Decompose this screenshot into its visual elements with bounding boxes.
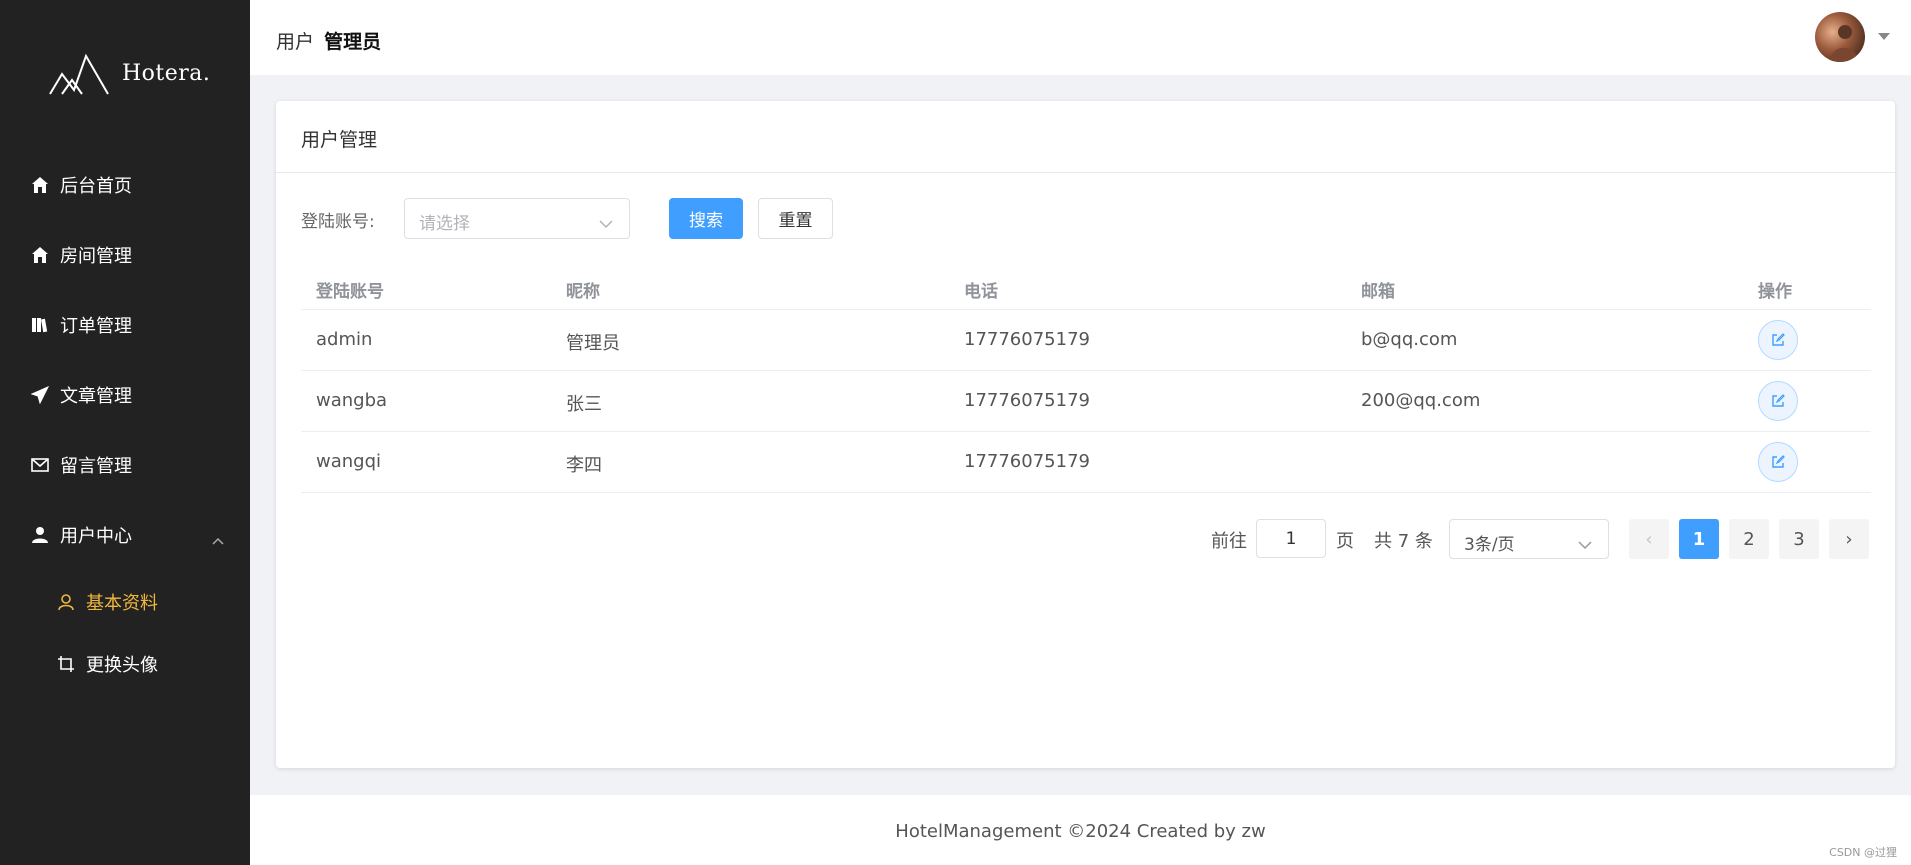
edit-button[interactable] — [1758, 442, 1798, 482]
breadcrumb-prefix: 用户 — [276, 31, 315, 53]
column-header-actions: 操作 — [1758, 282, 1792, 302]
pagination-total: 共 7 条 — [1374, 531, 1433, 552]
column-header-phone: 电话 — [964, 282, 998, 302]
sidebar-item-label: 订单管理 — [60, 316, 132, 337]
cell-nickname: 管理员 — [566, 333, 620, 354]
cell-nickname: 张三 — [566, 394, 602, 415]
pagination-page-1[interactable]: 1 — [1679, 519, 1719, 559]
reset-button[interactable]: 重置 — [758, 198, 833, 239]
cell-nickname: 李四 — [566, 455, 602, 476]
user-icon — [30, 525, 50, 545]
chevron-up-icon — [212, 529, 224, 550]
chevron-down-icon — [599, 214, 613, 233]
cell-phone: 17776075179 — [964, 329, 1090, 350]
logo[interactable]: Hotera. — [48, 50, 210, 96]
sidebar-subitem-label: 基本资料 — [86, 593, 158, 614]
sidebar-subitem-avatar[interactable]: 更换头像 — [0, 639, 250, 689]
breadcrumb: 用户 管理员 — [276, 27, 381, 54]
table-header-row: 登陆账号 昵称 电话 邮箱 操作 — [301, 266, 1871, 310]
home-icon — [30, 175, 50, 195]
cell-account: wangba — [316, 390, 388, 411]
sidebar-item-label: 房间管理 — [60, 246, 132, 267]
sidebar-item-label: 用户中心 — [60, 526, 132, 547]
user-management-card: 用户管理 登陆账号: 请选择 搜索 重置 登陆账号 昵称 电话 邮箱 操作 ad… — [276, 101, 1895, 768]
sidebar-item-label: 文章管理 — [60, 386, 132, 407]
top-header: 用户 管理员 — [250, 0, 1911, 75]
sidebar-item-dashboard[interactable]: 后台首页 — [0, 157, 250, 213]
cell-email: 200@qq.com — [1361, 390, 1481, 411]
cell-phone: 17776075179 — [964, 451, 1090, 472]
pagination-goto-input[interactable] — [1256, 519, 1326, 558]
table-row: wangba 张三 17776075179 200@qq.com — [301, 371, 1871, 432]
table-row: wangqi 李四 17776075179 — [301, 432, 1871, 493]
sidebar-subitem-label: 更换头像 — [86, 655, 158, 676]
account-select-placeholder: 请选择 — [419, 214, 470, 234]
avatar[interactable] — [1815, 12, 1865, 62]
column-header-email: 邮箱 — [1361, 282, 1395, 302]
sidebar-item-label: 留言管理 — [60, 456, 132, 477]
breadcrumb-user: 管理员 — [324, 31, 382, 53]
column-header-nickname: 昵称 — [566, 282, 600, 302]
pagination-goto-label: 前往 — [1211, 531, 1247, 552]
edit-icon — [1772, 333, 1785, 346]
footer-text: HotelManagement ©2024 Created by zw — [895, 821, 1266, 842]
book-icon — [30, 315, 50, 335]
sidebar-item-messages[interactable]: 留言管理 — [0, 437, 250, 493]
watermark: CSDN @过狸 — [1829, 846, 1897, 859]
send-icon — [30, 385, 50, 405]
cell-account: wangqi — [316, 451, 382, 472]
edit-icon — [1772, 455, 1785, 468]
sidebar-item-orders[interactable]: 订单管理 — [0, 297, 250, 353]
brand-name: Hotera. — [122, 60, 211, 86]
edit-icon — [1772, 394, 1785, 407]
card-title: 用户管理 — [301, 129, 378, 151]
page-size-select[interactable]: 3条/页 — [1449, 519, 1609, 559]
sidebar: Hotera. 后台首页 房间管理 订单管理 文章管理 留言管理 用户中心 基本… — [0, 0, 250, 865]
sidebar-subitem-profile[interactable]: 基本资料 — [0, 577, 250, 627]
pagination-next-button[interactable]: › — [1829, 519, 1869, 559]
sidebar-item-label: 后台首页 — [60, 176, 132, 197]
edit-button[interactable] — [1758, 320, 1798, 360]
mail-icon — [30, 455, 50, 475]
user-outline-icon — [56, 592, 76, 612]
account-filter-label: 登陆账号: — [301, 212, 375, 232]
users-table: 登陆账号 昵称 电话 邮箱 操作 admin 管理员 17776075179 b… — [301, 266, 1871, 493]
edit-button[interactable] — [1758, 381, 1798, 421]
column-header-account: 登陆账号 — [316, 282, 384, 302]
caret-down-icon[interactable] — [1878, 33, 1890, 40]
chevron-down-icon — [1578, 535, 1592, 554]
pagination-page-3[interactable]: 3 — [1779, 519, 1819, 559]
footer: HotelManagement ©2024 Created by zw — [250, 795, 1911, 865]
crop-icon — [56, 654, 76, 674]
home-icon — [30, 245, 50, 265]
cell-email: b@qq.com — [1361, 329, 1458, 350]
table-row: admin 管理员 17776075179 b@qq.com — [301, 310, 1871, 371]
pagination-page-2[interactable]: 2 — [1729, 519, 1769, 559]
sidebar-item-user-center[interactable]: 用户中心 — [0, 507, 250, 563]
sidebar-item-articles[interactable]: 文章管理 — [0, 367, 250, 423]
pagination-page-label: 页 — [1336, 531, 1354, 552]
cell-phone: 17776075179 — [964, 390, 1090, 411]
cell-account: admin — [316, 329, 373, 350]
account-select[interactable]: 请选择 — [404, 198, 630, 239]
mountain-logo-icon — [49, 53, 109, 95]
search-button[interactable]: 搜索 — [669, 198, 743, 239]
page-size-value: 3条/页 — [1464, 535, 1515, 555]
sidebar-item-rooms[interactable]: 房间管理 — [0, 227, 250, 283]
pagination-prev-button[interactable]: ‹ — [1629, 519, 1669, 559]
card-header: 用户管理 — [276, 101, 1895, 173]
